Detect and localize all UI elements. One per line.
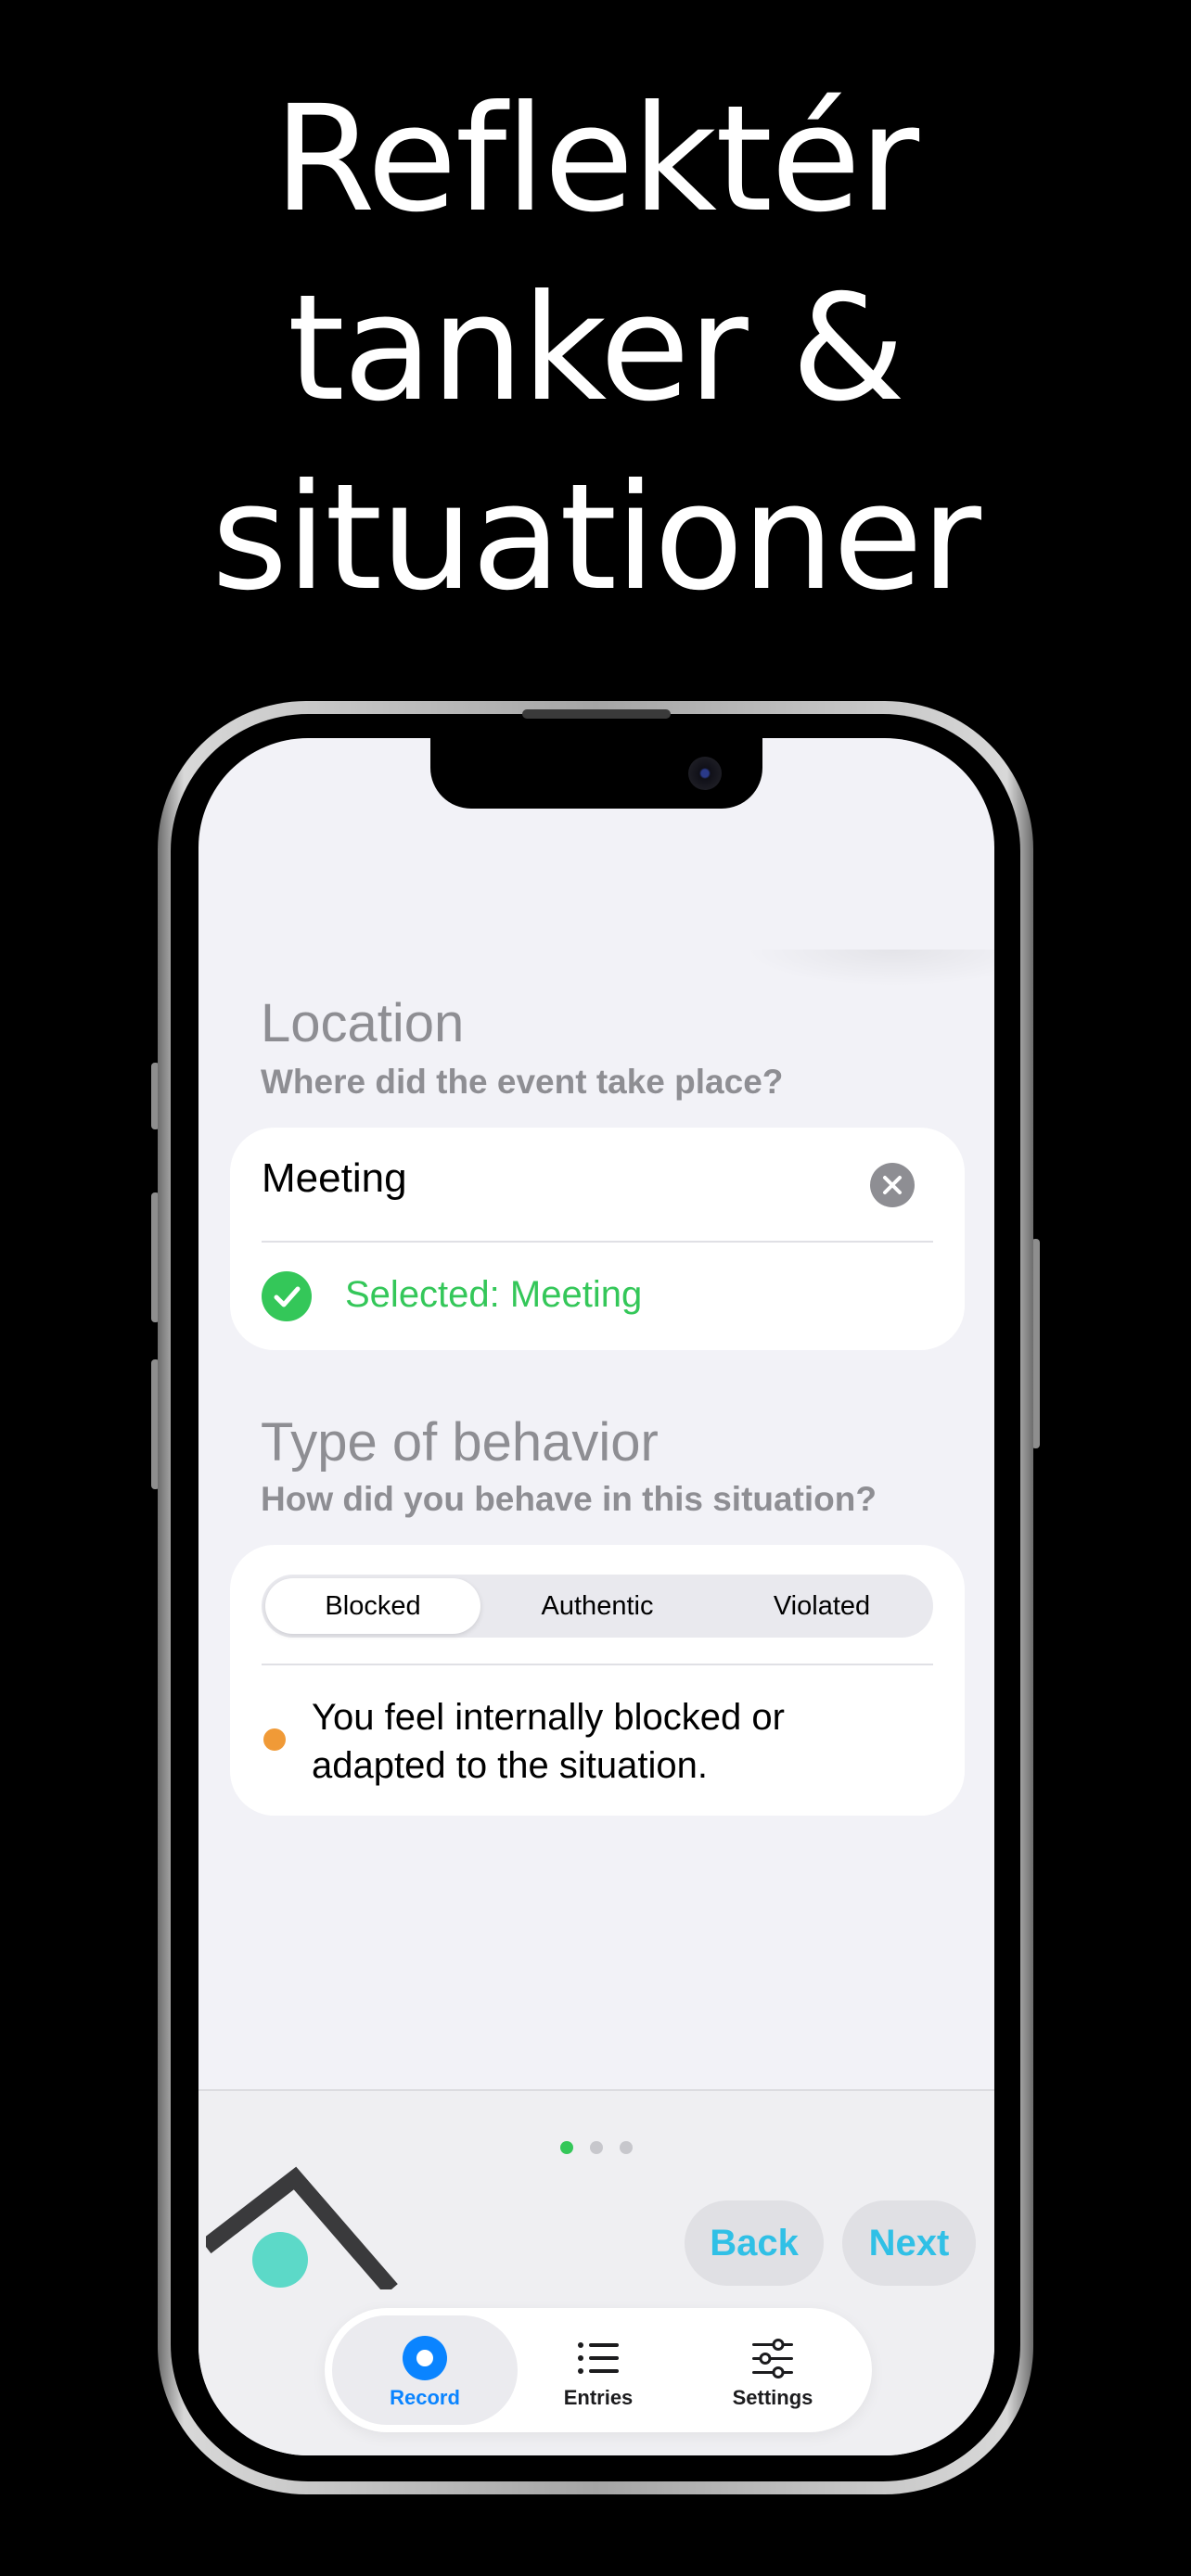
segment-violated[interactable]: Violated [714,1578,929,1634]
speaker-grille [522,709,671,719]
tab-bar: Record Entries Settings [325,2308,872,2432]
segment-authentic[interactable]: Authentic [490,1578,705,1634]
tab-record[interactable]: Record [332,2315,518,2425]
location-subtitle: Where did the event take place? [261,1063,784,1101]
bottom-divider [198,2089,994,2091]
record-icon [403,2336,447,2380]
selected-location-text: Selected: Meeting [345,1274,643,1315]
behavior-segmented-control: Blocked Authentic Violated [262,1575,933,1638]
house-illustration-icon [206,2166,398,2289]
tab-record-label: Record [390,2386,460,2409]
tab-entries-label: Entries [563,2386,634,2409]
checkmark-icon [262,1271,312,1321]
status-dot-icon [263,1728,286,1751]
tab-entries[interactable]: Entries [506,2315,691,2425]
list-icon [578,2342,619,2374]
headline-line-3: situationer [211,453,981,623]
headline: Reflektér tanker & situationer [0,65,1191,632]
segment-blocked[interactable]: Blocked [265,1578,480,1634]
header-shadow [744,950,994,987]
tab-settings[interactable]: Settings [680,2315,865,2425]
page-indicator-dot-1 [560,2141,573,2154]
headline-line-2: tanker & [287,263,905,434]
back-button[interactable]: Back [685,2200,824,2286]
card-divider [262,1241,933,1243]
sliders-icon [752,2339,793,2378]
location-card: Meeting Selected: Meeting [230,1128,965,1350]
notch [430,738,762,809]
clear-icon[interactable] [870,1163,915,1207]
next-button[interactable]: Next [842,2200,976,2286]
tab-settings-label: Settings [732,2386,813,2409]
page-indicator-dot-2 [590,2141,603,2154]
location-input[interactable]: Meeting [262,1155,407,1202]
location-title: Location [261,993,465,1053]
card-divider [262,1664,933,1665]
behavior-subtitle: How did you behave in this situation? [261,1480,877,1518]
camera-icon [688,757,722,790]
phone-screen: Location Where did the event take place?… [198,738,994,2455]
page-indicator-dot-3 [620,2141,633,2154]
behavior-description: You feel internally blocked or adapted t… [312,1697,785,1786]
behavior-title: Type of behavior [261,1412,659,1473]
behavior-card: Blocked Authentic Violated You feel inte… [230,1545,965,1816]
headline-line-1: Reflektér [273,74,919,245]
